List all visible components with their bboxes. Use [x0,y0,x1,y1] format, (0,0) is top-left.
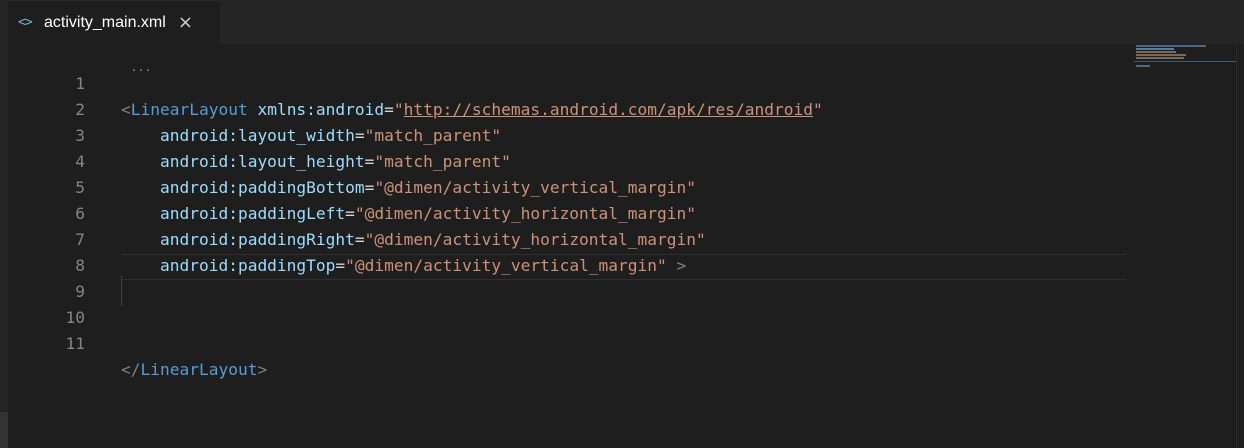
vertical-scrollbar[interactable] [1236,44,1244,448]
tab-bar: <> activity_main.xml × [0,0,1244,44]
minimap-line [1136,48,1174,50]
code-line-4[interactable]: 4 android:paddingBottom="@dimen/activity… [8,123,1126,197]
line-content: </LinearLayout> [121,357,267,383]
code-line-9[interactable]: 9 [8,253,1126,301]
minimap-line [1136,51,1176,53]
minimap-viewport [1134,61,1244,62]
code-line-11[interactable]: 11 </LinearLayout> [8,305,1126,379]
code-line-1[interactable]: 1 <LinearLayout xmlns:android="http://sc… [8,45,1126,119]
minimap-line [1136,65,1150,67]
code-line-3[interactable]: 3 android:layout_height="match_parent" [8,97,1126,171]
line-number: 11 [65,334,86,353]
tag-name: LinearLayout [140,360,258,379]
code-line-5[interactable]: 5 android:paddingLeft="@dimen/activity_h… [8,149,1126,223]
strip-marker [0,412,8,448]
code-line-10[interactable]: 10 [8,279,1126,327]
code-line-7[interactable]: 7 android:paddingTop="@dimen/activity_ve… [8,201,1126,275]
left-activity-strip [0,0,8,448]
tab-activity-main[interactable]: <> activity_main.xml × [8,0,220,44]
tab-title: activity_main.xml [44,13,166,31]
minimap[interactable] [1134,44,1244,448]
code-line-8[interactable]: 8 [8,227,1126,275]
tag-close-bracket: > [257,360,268,379]
code-brackets-icon: <> [18,15,33,30]
minimap-line [1136,54,1186,56]
close-icon[interactable]: × [178,13,193,32]
minimap-line [1136,57,1184,59]
minimap-line [1136,45,1206,47]
code-line-6[interactable]: 6 android:paddingRight="@dimen/activity_… [8,175,1126,249]
code-line-2[interactable]: 2 android:layout_width="match_parent" [8,71,1126,145]
code-editor[interactable]: 1 <LinearLayout xmlns:android="http://sc… [8,44,1244,448]
tag-open-bracket: </ [121,360,141,379]
